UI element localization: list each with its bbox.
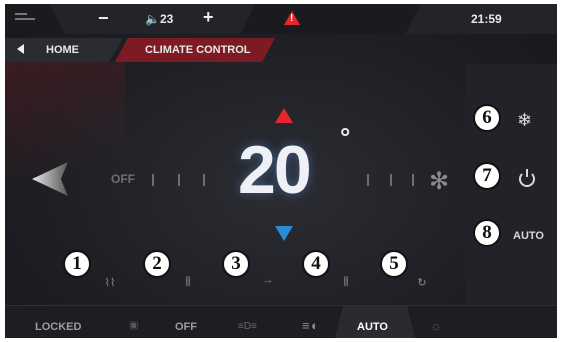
- fan-level-tick[interactable]: [412, 174, 414, 186]
- bottom-bar: [5, 306, 557, 338]
- parking-light-icon[interactable]: ≡D≡: [238, 321, 257, 332]
- home-label[interactable]: HOME: [46, 44, 79, 56]
- breadcrumb: HOME CLIMATE CONTROL: [5, 38, 557, 62]
- fan-level-tick[interactable]: [203, 174, 205, 186]
- fan-level-tick[interactable]: [178, 174, 180, 186]
- volume-down-button[interactable]: −: [98, 8, 109, 29]
- lock-icon[interactable]: ▣: [129, 320, 138, 331]
- clock: 21:59: [471, 12, 502, 26]
- callout-3: 3: [222, 250, 250, 278]
- infotainment-screen: − 🔈 23 + 21:59 HOME CLIMATE CONTROL 20 °…: [5, 4, 557, 338]
- callout-5: 5: [380, 250, 408, 278]
- fan-off-label[interactable]: OFF: [111, 172, 135, 186]
- low-beam-icon[interactable]: ≡◖: [302, 318, 317, 333]
- airflow-body-icon[interactable]: →: [255, 274, 281, 288]
- callout-8: 8: [473, 219, 501, 247]
- warning-triangle-icon[interactable]: [284, 11, 300, 25]
- headlight-off-button[interactable]: OFF: [175, 321, 197, 333]
- temperature-value: 20: [238, 132, 312, 208]
- seat-heat-icon[interactable]: ⫼: [333, 276, 359, 290]
- sun-icon[interactable]: ☼: [430, 318, 442, 333]
- fan-level-tick[interactable]: [390, 174, 392, 186]
- temperature-down-button[interactable]: [275, 226, 293, 241]
- locked-label[interactable]: LOCKED: [35, 321, 81, 333]
- headlight-auto-button[interactable]: AUTO: [357, 321, 388, 333]
- climate-control-label: CLIMATE CONTROL: [145, 44, 251, 56]
- callout-1: 1: [63, 250, 91, 278]
- fan-icon: ✻: [429, 168, 450, 195]
- callout-7: 7: [473, 162, 501, 190]
- fan-level-tick[interactable]: [152, 174, 154, 186]
- callout-2: 2: [143, 250, 171, 278]
- snowflake-icon[interactable]: ❄: [517, 110, 532, 131]
- power-icon[interactable]: [519, 169, 535, 187]
- rear-defrost-icon[interactable]: ⫼: [175, 276, 201, 290]
- front-defrost-icon[interactable]: ⌇⌇: [97, 276, 123, 290]
- fan-level-tick[interactable]: [367, 174, 369, 186]
- callout-6: 6: [473, 104, 501, 132]
- volume-value: 23: [160, 12, 174, 26]
- callout-4: 4: [302, 250, 330, 278]
- menu-icon[interactable]: [15, 13, 35, 23]
- back-arrow-icon[interactable]: [17, 44, 24, 54]
- speaker-icon: 🔈: [145, 12, 160, 26]
- volume-up-button[interactable]: +: [203, 7, 214, 28]
- recirculation-icon[interactable]: ↻: [409, 276, 435, 290]
- auto-button[interactable]: AUTO: [513, 230, 544, 242]
- temperature-up-button[interactable]: [275, 108, 293, 123]
- temperature-unit: °: [340, 122, 351, 152]
